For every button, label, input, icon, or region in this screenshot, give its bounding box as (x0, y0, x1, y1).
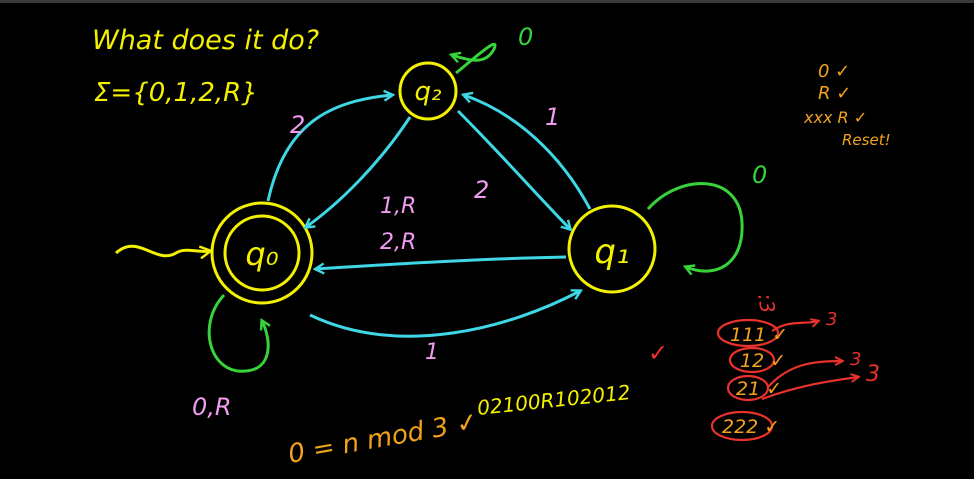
label-q1-to-q2: 1 (545, 103, 560, 131)
label-loop-q1: 0 (752, 161, 767, 189)
label-q1-to-q0: 2,R (380, 230, 416, 255)
note-r: R ✓ (818, 83, 851, 104)
loop-q0 (207, 293, 268, 373)
state-q1: q₁ (567, 204, 657, 294)
edge-q1-to-q0 (316, 255, 567, 269)
test-222: 222 ✓ (722, 416, 780, 438)
start-arrow (114, 244, 210, 256)
label-q2-to-q1: 2 (474, 176, 489, 204)
state-q1-label: q₁ (594, 232, 629, 272)
test-12: 12 ✓ (740, 350, 786, 372)
question-text: What does it do? (92, 25, 319, 56)
automaton-diagram: What does it do? Σ={0,1,2,R} q₂ q₀ q₁ 2 … (92, 23, 891, 470)
loop-q1 (646, 182, 744, 272)
input-check: ✓ (648, 339, 668, 367)
reset-notes: 0 ✓ R ✓ xxx R ✓ Reset! (803, 61, 891, 149)
label-loop-q0: 0,R (192, 393, 232, 421)
note-xxx-r: xxx R ✓ (803, 108, 867, 127)
label-q2-to-q0: 1,R (380, 194, 416, 219)
test-cases: :3 111 ✓ 12 ✓ 21 ✓ 222 ✓ 3 3 3 (710, 292, 880, 442)
note-reset: Reset! (842, 131, 891, 149)
answer-text: 0 = n mod 3 ✓ (286, 407, 480, 470)
label-q0-to-q2: 2 (290, 111, 305, 139)
label-q0-to-q1: 1 (425, 340, 439, 365)
input-string: 02100R102012 (476, 380, 632, 420)
arrow-label-2: 3 (850, 349, 861, 370)
frown-face: :3 (753, 292, 780, 315)
label-loop-q2: 0 (518, 23, 533, 51)
state-q0: q₀ (210, 201, 314, 305)
loop-q2 (452, 42, 497, 75)
arrow-label-3: 3 (866, 362, 880, 387)
whiteboard: What does it do? Σ={0,1,2,R} q₂ q₀ q₁ 2 … (0, 0, 974, 476)
arrow-label-1: 3 (826, 309, 837, 330)
state-q0-label: q₀ (245, 235, 278, 273)
edge-q0-to-q1 (309, 291, 580, 338)
edge-q0-to-q2 (266, 95, 392, 202)
state-q2: q₂ (398, 61, 458, 121)
note-0: 0 ✓ (818, 61, 850, 82)
alphabet-text: Σ={0,1,2,R} (94, 78, 258, 108)
state-q2-label: q₂ (415, 77, 442, 107)
